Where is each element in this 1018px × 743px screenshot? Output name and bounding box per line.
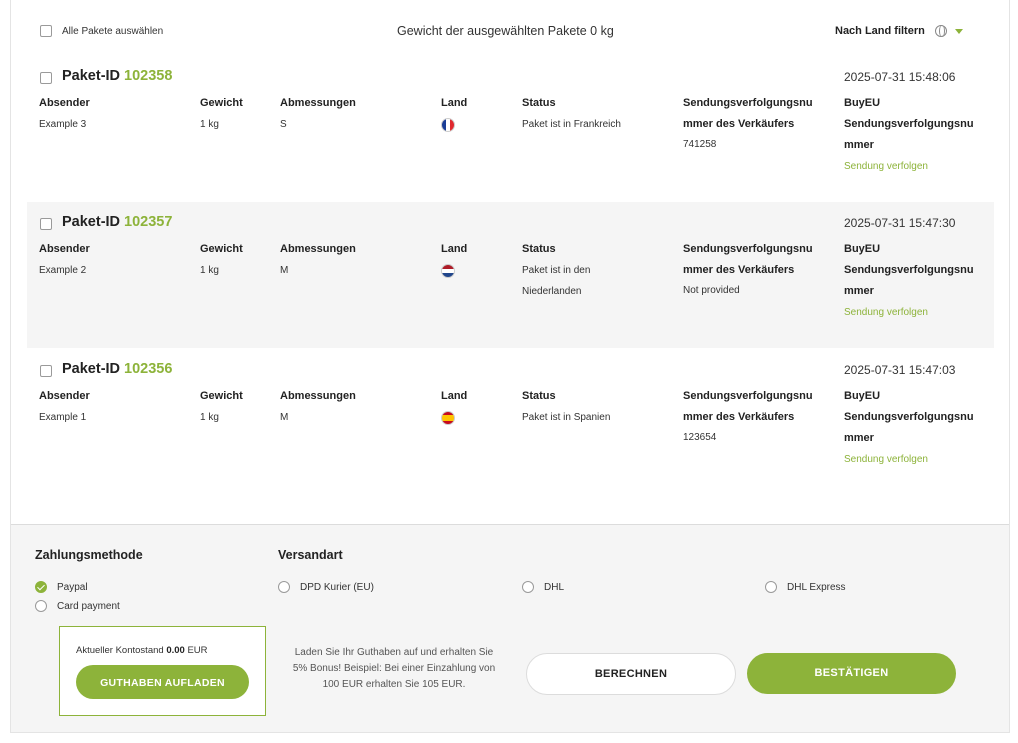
package-card: Paket-ID 102356 2025-07-31 15:47:03 Absen… — [27, 359, 994, 505]
country-column: Land — [441, 93, 467, 135]
packages-panel: Alle Pakete auswählen Gewicht der ausgew… — [10, 0, 1010, 733]
dimensions-value: S — [280, 119, 287, 130]
buyeu-tracking-column: BuyEU Sendungsverfolgungsnu mmer Sendung… — [844, 386, 974, 470]
select-all-control[interactable]: Alle Pakete auswählen — [40, 25, 163, 37]
buyeu-tracking-column: BuyEU Sendungsverfolgungsnu mmer Sendung… — [844, 239, 974, 323]
package-checkbox[interactable] — [40, 218, 52, 230]
seller-tracking-column: Sendungsverfolgungsnu mmer des Verkäufer… — [683, 239, 813, 301]
package-checkbox[interactable] — [40, 72, 52, 84]
seller-tracking-column: Sendungsverfolgungsnu mmer des Verkäufer… — [683, 93, 813, 155]
radio-icon[interactable] — [35, 600, 47, 612]
weight-value: 1 kg — [200, 119, 219, 130]
package-datetime: 2025-07-31 15:47:03 — [844, 363, 956, 377]
package-datetime: 2025-07-31 15:48:06 — [844, 70, 956, 84]
status-value: Paket ist in Spanien — [522, 412, 611, 423]
weight-value: 1 kg — [200, 412, 219, 423]
radio-icon[interactable] — [278, 581, 290, 593]
confirm-button[interactable]: BESTÄTIGEN — [747, 653, 956, 694]
package-id: Paket-ID 102357 — [62, 214, 173, 230]
weight-value: 1 kg — [200, 265, 219, 276]
payment-method-title: Zahlungsmethode — [35, 548, 143, 562]
package-checkbox[interactable] — [40, 365, 52, 377]
seller-tracking-value: 741258 — [683, 139, 717, 150]
shipping-option-dhl[interactable]: DHL — [522, 581, 564, 593]
track-shipment-link[interactable]: Sendung verfolgen — [844, 302, 974, 323]
seller-tracking-value: Not provided — [683, 285, 740, 296]
radio-checked-icon[interactable] — [35, 581, 47, 593]
shipping-method-title: Versandart — [278, 548, 343, 562]
dimensions-column: Abmessungen M — [280, 239, 356, 281]
sender-column: Absender Example 3 — [39, 93, 90, 135]
package-datetime: 2025-07-31 15:47:30 — [844, 216, 956, 230]
checkout-panel: Zahlungsmethode Versandart Paypal Card p… — [11, 524, 1009, 732]
dimensions-value: M — [280, 265, 289, 276]
dimensions-value: M — [280, 412, 289, 423]
country-filter-label[interactable]: Nach Land filtern — [835, 25, 925, 37]
status-column: Status Paket ist in Frankreich — [522, 93, 621, 135]
chevron-down-icon[interactable] — [954, 28, 963, 34]
status-column: Status Paket ist in den Niederlanden — [522, 239, 590, 302]
payment-option-card[interactable]: Card payment — [35, 600, 120, 612]
weight-column: Gewicht 1 kg — [200, 93, 243, 135]
track-shipment-link[interactable]: Sendung verfolgen — [844, 156, 974, 177]
package-card: Paket-ID 102357 2025-07-31 15:47:30 Absen… — [27, 202, 994, 348]
radio-icon[interactable] — [522, 581, 534, 593]
topup-balance-button[interactable]: GUTHABEN AUFLADEN — [76, 665, 249, 699]
select-all-label[interactable]: Alle Pakete auswählen — [62, 26, 163, 37]
selected-weight-text: Gewicht der ausgewählten Pakete 0 kg — [397, 24, 614, 38]
dimensions-column: Abmessungen M — [280, 386, 356, 428]
shipping-option-dpd[interactable]: DPD Kurier (EU) — [278, 581, 374, 593]
status-column: Status Paket ist in Spanien — [522, 386, 610, 428]
balance-box: Aktueller Kontostand 0.00 EUR GUTHABEN A… — [59, 626, 266, 716]
seller-tracking-column: Sendungsverfolgungsnu mmer des Verkäufer… — [683, 386, 813, 448]
list-toolbar: Alle Pakete auswählen Gewicht der ausgew… — [11, 0, 1011, 64]
seller-tracking-value: 123654 — [683, 432, 717, 443]
current-balance: Aktueller Kontostand 0.00 EUR — [76, 645, 208, 656]
country-column: Land — [441, 386, 467, 428]
sender-column: Absender Example 2 — [39, 239, 90, 281]
status-value-line-1: Paket ist in den — [522, 265, 591, 276]
dimensions-column: Abmessungen S — [280, 93, 356, 135]
shipping-option-dhl-express[interactable]: DHL Express — [765, 581, 846, 593]
globe-icon[interactable] — [934, 25, 947, 37]
sender-value: Example 1 — [39, 412, 87, 423]
status-value-line-2: Niederlanden — [522, 286, 582, 297]
package-id: Paket-ID 102358 — [62, 68, 173, 84]
weight-column: Gewicht 1 kg — [200, 386, 243, 428]
weight-column: Gewicht 1 kg — [200, 239, 243, 281]
sender-column: Absender Example 1 — [39, 386, 90, 428]
france-flag-icon — [441, 118, 455, 132]
select-all-checkbox[interactable] — [40, 25, 52, 37]
sender-value: Example 3 — [39, 119, 87, 130]
country-filter-dropdown[interactable]: Nach Land filtern — [835, 25, 963, 37]
radio-icon[interactable] — [765, 581, 777, 593]
calculate-button[interactable]: BERECHNEN — [526, 653, 736, 695]
status-value: Paket ist in Frankreich — [522, 119, 621, 130]
payment-option-paypal[interactable]: Paypal — [35, 581, 88, 593]
country-column: Land — [441, 239, 467, 281]
buyeu-tracking-column: BuyEU Sendungsverfolgungsnu mmer Sendung… — [844, 93, 974, 177]
spain-flag-icon — [441, 411, 455, 425]
bonus-info-text: Laden Sie Ihr Guthaben auf und erhalten … — [292, 647, 496, 690]
track-shipment-link[interactable]: Sendung verfolgen — [844, 449, 974, 470]
sender-value: Example 2 — [39, 265, 87, 276]
package-id: Paket-ID 102356 — [62, 361, 173, 377]
package-card: Paket-ID 102358 2025-07-31 15:48:06 Absen… — [27, 66, 994, 212]
netherlands-flag-icon — [441, 264, 455, 278]
